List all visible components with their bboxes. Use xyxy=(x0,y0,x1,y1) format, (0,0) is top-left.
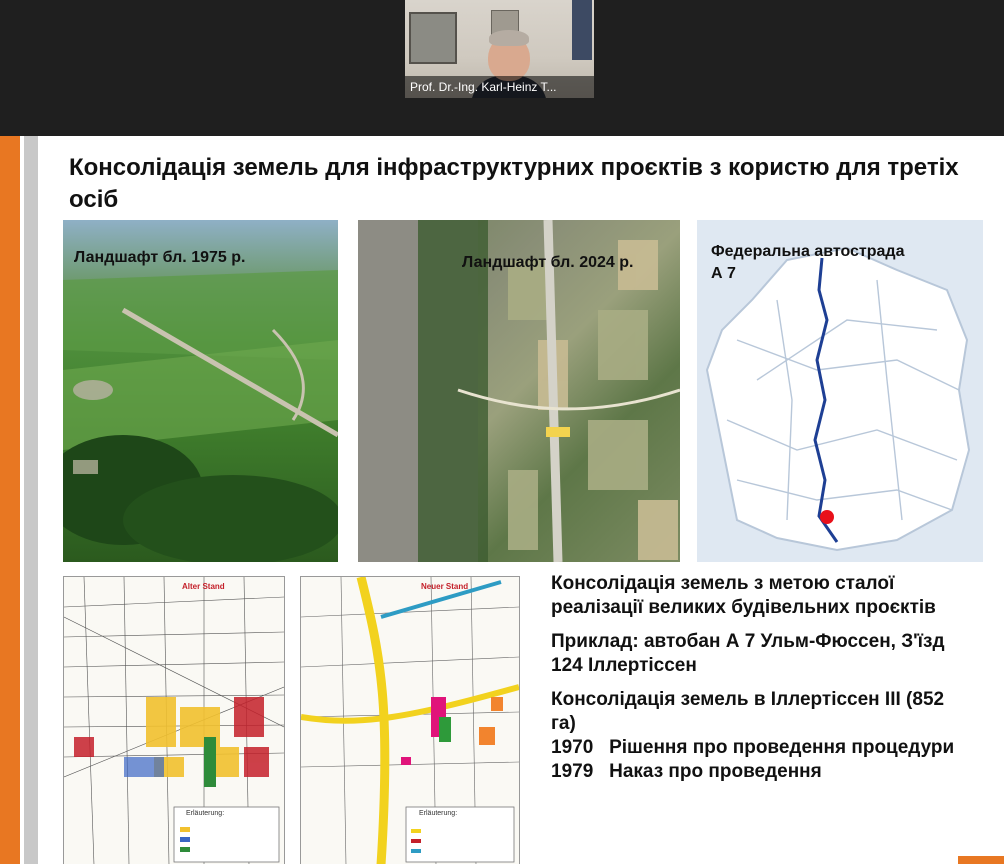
plan-old-title: Alter Stand xyxy=(182,582,225,591)
body-paragraph-5: 1979 Наказ про проведення xyxy=(551,761,822,782)
wall-picture xyxy=(409,12,457,64)
participant-hair xyxy=(489,30,529,46)
landscape-photo-2024: Ландшафт бл. 2024 р. xyxy=(358,220,680,562)
cadastral-plan-old: Alter Stand Erläuterung: xyxy=(63,576,285,864)
bookshelf xyxy=(572,0,592,60)
slide-title: Консолідація земель для інфраструктурних… xyxy=(69,154,959,213)
plan-new-title: Neuer Stand xyxy=(421,582,469,591)
map-label-line2: А 7 xyxy=(711,265,736,282)
body-paragraph-3: Консолідація земель в Іллертіссен III (8… xyxy=(551,689,945,734)
body-paragraph-1: Консолідація земель з метою сталої реалі… xyxy=(551,573,936,618)
accent-bar-gray xyxy=(24,136,38,864)
shared-slide: Консолідація земель для інфраструктурних… xyxy=(0,136,1004,864)
landscape-photo-1975: Ландшафт бл. 1975 р. xyxy=(63,220,338,562)
germany-highway-map: Федеральна автострада А 7 xyxy=(697,220,983,562)
photo-2024-label: Ландшафт бл. 2024 р. xyxy=(462,254,634,271)
plan-new-legend-title: Erläuterung: xyxy=(419,810,458,817)
photo-1975-label: Ландшафт бл. 1975 р. xyxy=(74,249,246,266)
body-paragraph-2: Приклад: автобан А 7 Ульм-Фюссен, З'їзд … xyxy=(551,631,945,676)
plan-old-legend-title: Erläuterung: xyxy=(186,810,225,817)
map-label-line1: Федеральна автострада xyxy=(711,243,905,260)
slide-body-text: Консолідація земель з метою сталої реалі… xyxy=(551,572,971,784)
orange-corner-mark xyxy=(958,856,1004,864)
participant-video-tile[interactable]: Prof. Dr.-Ing. Karl-Heinz T... xyxy=(405,0,594,98)
body-paragraph-4: 1970 Рішення про проведення процедури xyxy=(551,737,955,758)
cadastral-plan-new: Neuer Stand Erläuterung: xyxy=(300,576,520,864)
participant-name: Prof. Dr.-Ing. Karl-Heinz T... xyxy=(405,76,594,98)
accent-bar-orange xyxy=(0,136,20,864)
video-strip: Prof. Dr.-Ing. Karl-Heinz T... xyxy=(0,0,1004,136)
